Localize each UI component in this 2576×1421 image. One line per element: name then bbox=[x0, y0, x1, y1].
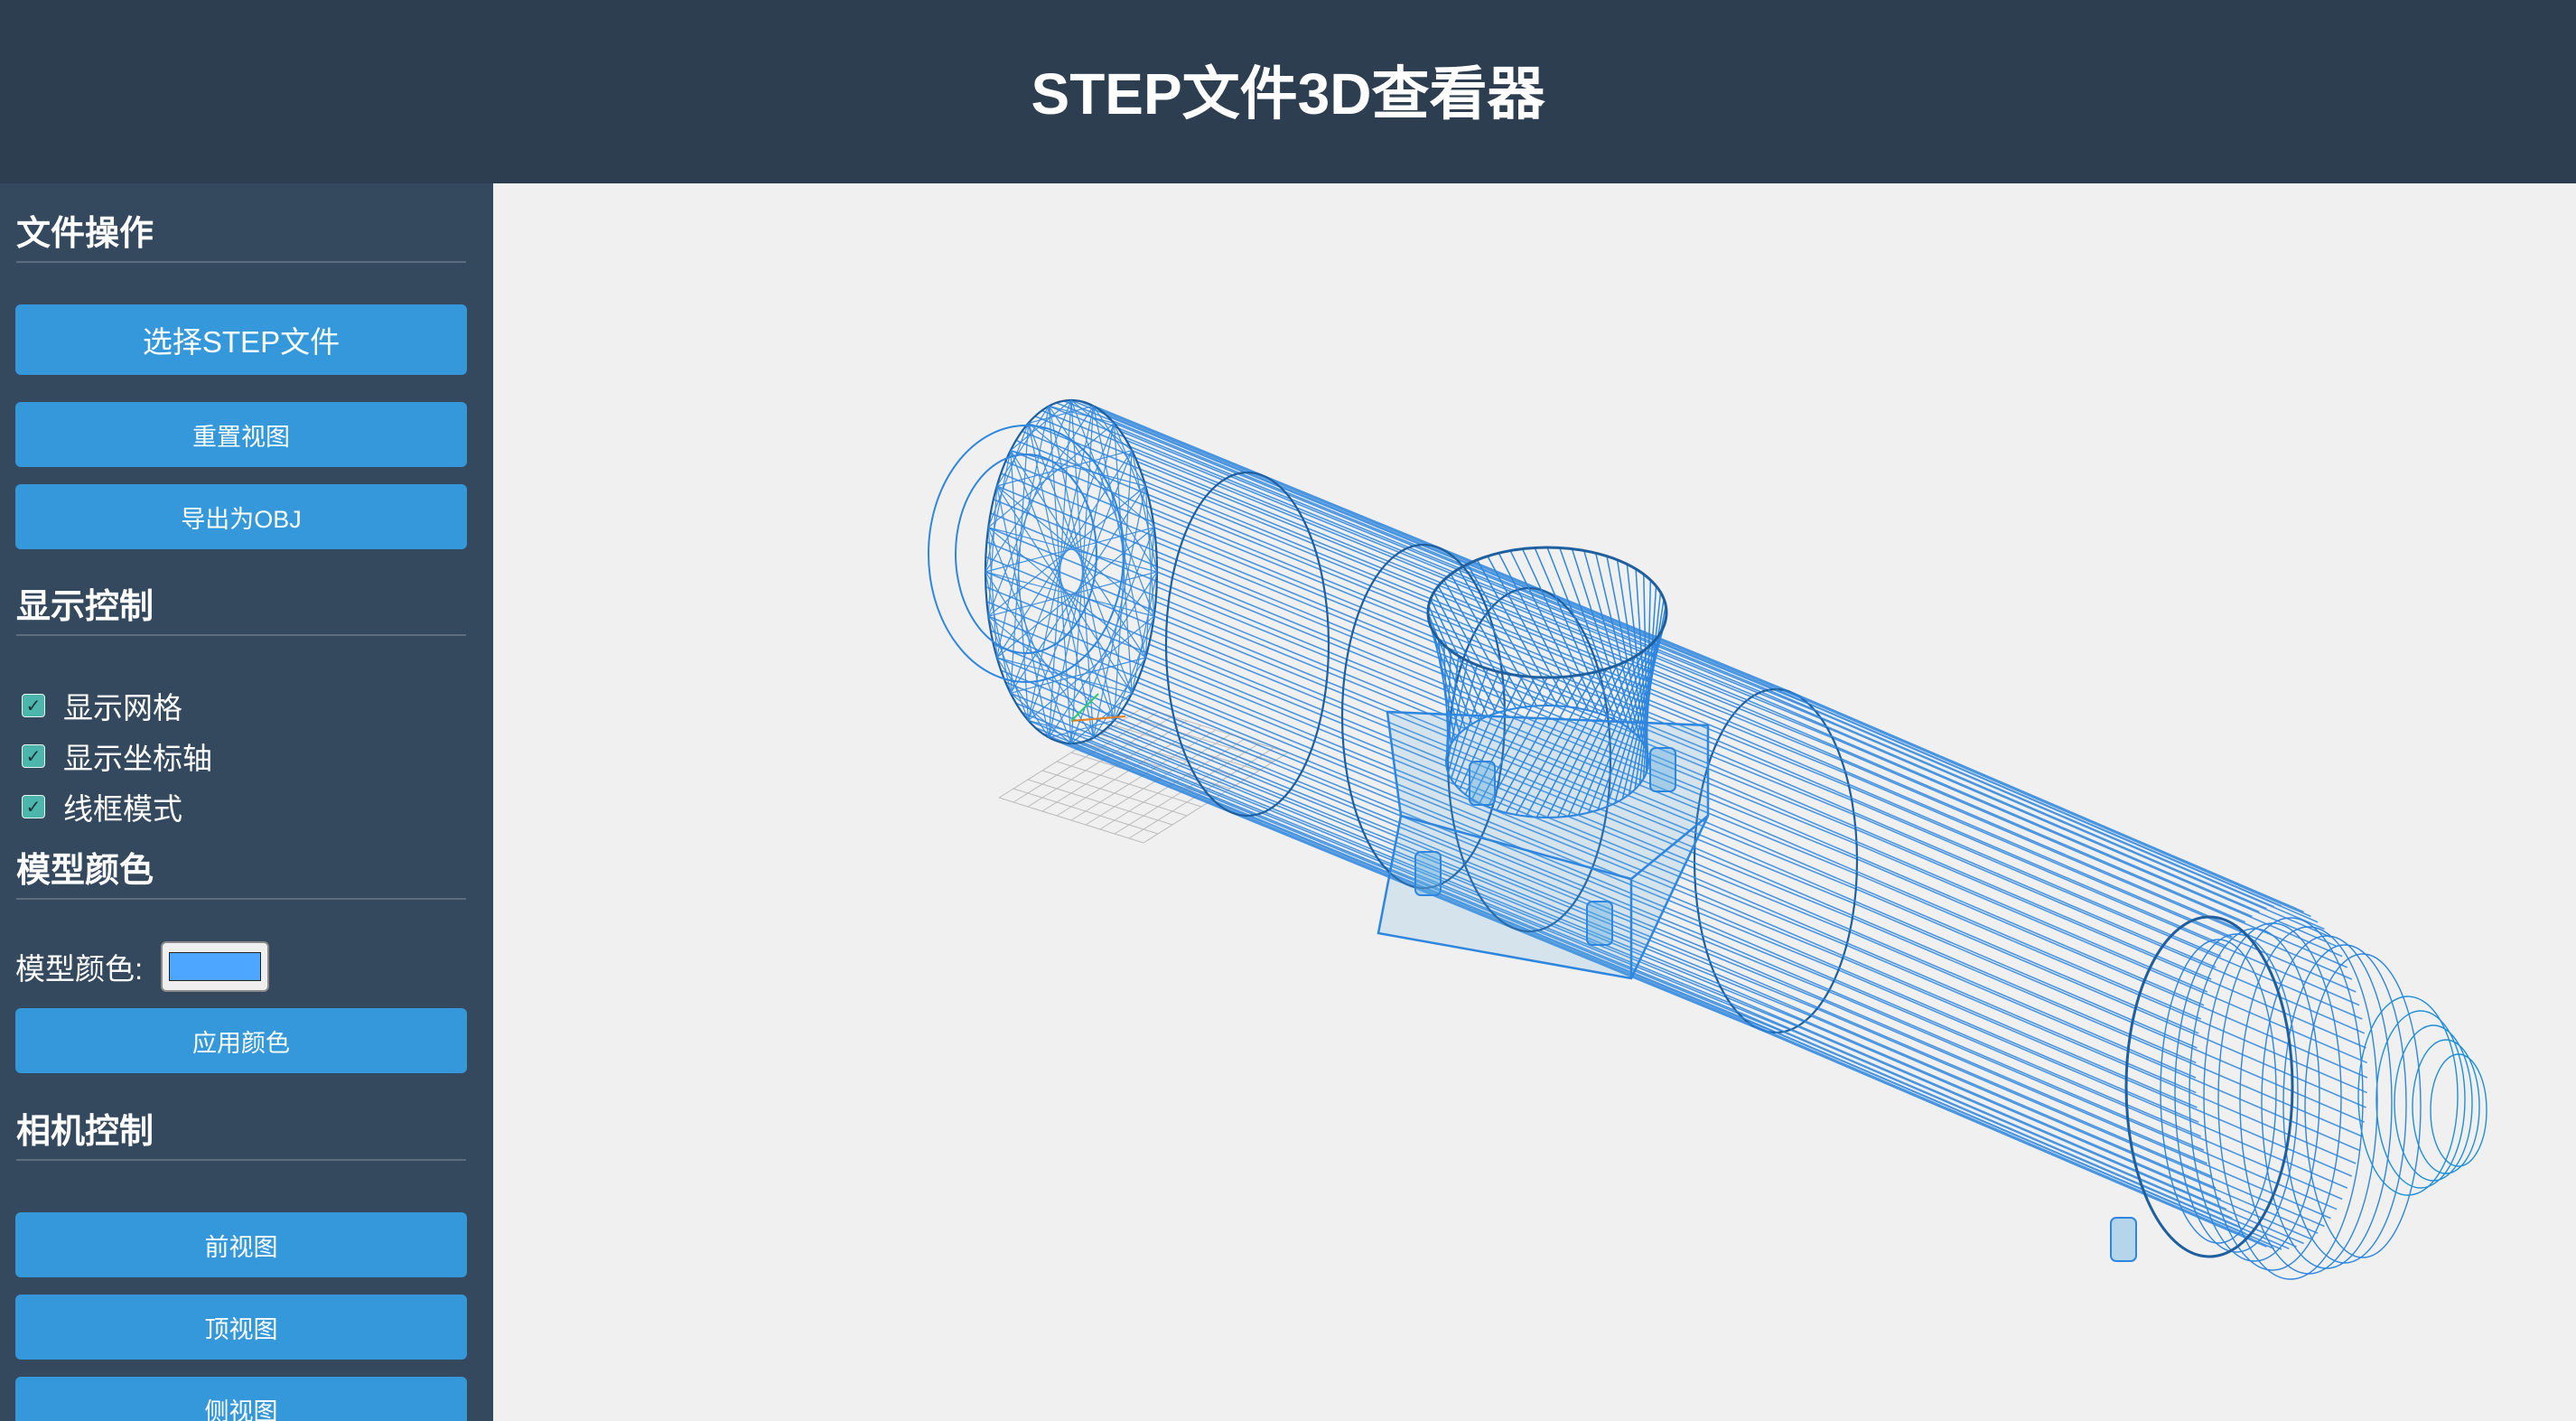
bolt bbox=[1469, 761, 1496, 806]
model-color-row: 模型颜色: bbox=[15, 941, 270, 992]
sidebar: 文件操作 选择STEP文件 重置视图 导出为OBJ 显示控制 ✓ 显示网格 ✓ … bbox=[0, 183, 493, 1421]
3d-viewport[interactable] bbox=[493, 183, 2576, 1421]
side-view-button[interactable]: 侧视图 bbox=[15, 1377, 467, 1421]
front-view-button[interactable]: 前视图 bbox=[15, 1212, 467, 1277]
select-step-file-button[interactable]: 选择STEP文件 bbox=[15, 304, 467, 375]
pipe-ring-right bbox=[2124, 915, 2294, 1258]
section-title-file-ops: 文件操作 bbox=[16, 213, 466, 263]
show-axes-label: 显示坐标轴 bbox=[63, 742, 212, 775]
section-title-model-color: 模型颜色 bbox=[16, 850, 466, 900]
show-axes-checkbox[interactable]: ✓ bbox=[22, 744, 45, 768]
bolt bbox=[2110, 1217, 2137, 1262]
page-title: STEP文件3D查看器 bbox=[1031, 61, 1545, 126]
show-axes-option[interactable]: ✓ 显示坐标轴 bbox=[22, 734, 212, 778]
section-title-display: 显示控制 bbox=[16, 586, 466, 636]
show-grid-checkbox[interactable]: ✓ bbox=[22, 694, 45, 717]
top-view-button[interactable]: 顶视图 bbox=[15, 1295, 467, 1360]
section-title-camera: 相机控制 bbox=[16, 1111, 466, 1161]
reset-view-button[interactable]: 重置视图 bbox=[15, 402, 467, 467]
app-header: STEP文件3D查看器 bbox=[0, 0, 2576, 183]
wireframe-option[interactable]: ✓ 线框模式 bbox=[22, 785, 182, 828]
wireframe-model bbox=[928, 398, 2487, 1280]
right-flange bbox=[2160, 917, 2487, 1280]
export-obj-button[interactable]: 导出为OBJ bbox=[15, 484, 467, 549]
model-color-picker[interactable] bbox=[161, 941, 270, 992]
apply-color-button[interactable]: 应用颜色 bbox=[15, 1008, 467, 1073]
bolt bbox=[1586, 901, 1613, 946]
show-grid-label: 显示网格 bbox=[63, 691, 182, 725]
model-color-swatch bbox=[169, 952, 262, 981]
model-color-label: 模型颜色: bbox=[15, 952, 144, 986]
bolt bbox=[1414, 851, 1442, 896]
show-grid-option[interactable]: ✓ 显示网格 bbox=[22, 684, 182, 727]
bolt bbox=[1649, 747, 1676, 792]
wireframe-label: 线框模式 bbox=[63, 792, 182, 826]
wireframe-checkbox[interactable]: ✓ bbox=[22, 795, 45, 818]
